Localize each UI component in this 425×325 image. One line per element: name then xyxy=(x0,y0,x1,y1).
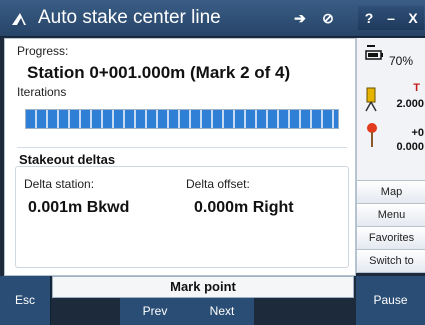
station-mark-text: Station 0+001.000m (Mark 2 of 4) xyxy=(27,63,291,82)
offset-values: +0 0.000 xyxy=(396,126,424,154)
iterations-progress-bar xyxy=(25,109,339,129)
delta-station-value: 0.001m Bkwd xyxy=(28,199,130,216)
mark-point-button[interactable]: Mark point xyxy=(52,276,354,298)
stakeout-deltas-box: Delta station: 0.001m Bkwd Delta offset:… xyxy=(15,166,349,268)
minimize-button[interactable]: – xyxy=(381,10,401,26)
map-button[interactable]: Map xyxy=(356,180,425,204)
title-action-buttons: ➔ ⊘ xyxy=(290,8,356,28)
battery-icon xyxy=(365,45,383,60)
help-button[interactable]: ? xyxy=(359,10,379,26)
window-title: Auto stake center line xyxy=(38,7,221,28)
next-button[interactable]: Next xyxy=(190,298,254,325)
settings-icon[interactable]: ⊘ xyxy=(318,8,338,28)
esc-button[interactable]: Esc xyxy=(0,276,51,325)
stakeout-panel: Progress: Station 0+001.000m (Mark 2 of … xyxy=(4,38,356,276)
offset-value-1: +0 xyxy=(411,127,424,139)
title-bar: Auto stake center line ➔ ⊘ ? – X xyxy=(0,0,425,37)
side-menu: Map Menu Favorites Switch to xyxy=(356,180,425,275)
delta-offset-label: Delta offset: xyxy=(186,177,250,191)
switch-to-button[interactable]: Switch to xyxy=(356,249,425,273)
offset-value-2: 0.000 xyxy=(396,141,424,153)
target-pin-icon xyxy=(367,123,377,147)
favorites-button[interactable]: Favorites xyxy=(356,226,425,250)
section-divider xyxy=(17,147,347,148)
go-to-icon[interactable]: ➔ xyxy=(290,8,310,28)
delta-offset-value: 0.000m Right xyxy=(194,199,294,216)
iterations-progress-fill xyxy=(26,110,338,128)
instrument-icon xyxy=(365,87,377,112)
delta-station-label: Delta station: xyxy=(24,177,95,191)
height-marker: T xyxy=(413,82,420,94)
pause-button[interactable]: Pause xyxy=(356,276,425,325)
menu-button[interactable]: Menu xyxy=(356,203,425,227)
close-button[interactable]: X xyxy=(403,10,423,26)
iterations-label: Iterations xyxy=(17,85,67,99)
window-controls: ? – X xyxy=(358,6,424,30)
progress-label: Progress: xyxy=(17,44,69,58)
stakeout-deltas-title: Stakeout deltas xyxy=(19,152,116,167)
app-icon[interactable] xyxy=(10,9,28,27)
app-logo-icon xyxy=(12,13,26,25)
height-value: 2.000 xyxy=(396,98,424,110)
status-panel: 70% T 2.000 +0 0.000 xyxy=(356,38,425,200)
prev-button[interactable]: Prev xyxy=(120,298,190,325)
battery-percent: 70% xyxy=(389,54,414,68)
